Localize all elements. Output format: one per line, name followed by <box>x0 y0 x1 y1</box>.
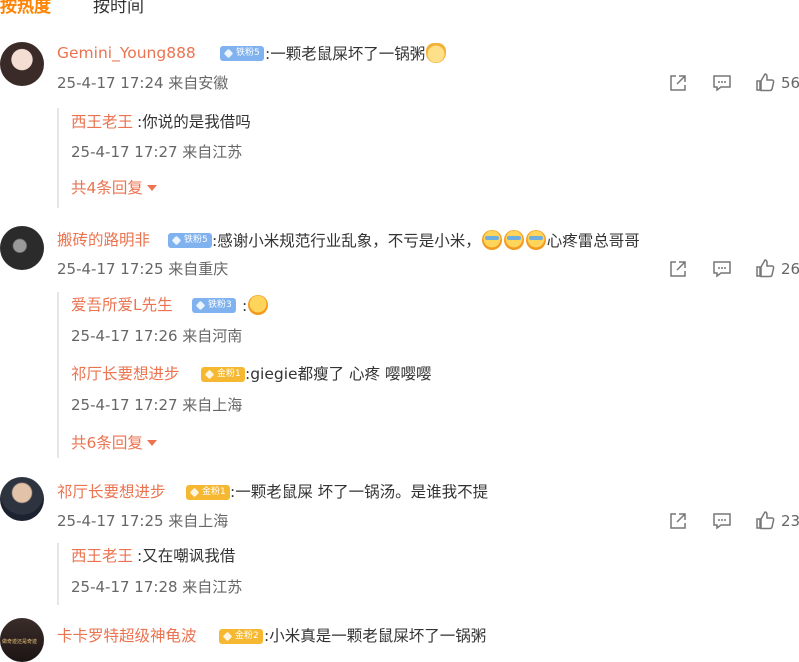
fan-badge: 金粉1 <box>201 367 245 382</box>
like-icon[interactable] <box>755 72 775 92</box>
reply-meta: 25-4-17 17:27 来自江苏 <box>71 143 243 161</box>
comment-meta: 25-4-17 17:25 来自重庆 <box>57 260 229 278</box>
reply-meta: 25-4-17 17:26 来自河南 <box>71 327 243 345</box>
like-count: 23 <box>781 512 799 530</box>
comment-icon[interactable] <box>712 73 732 93</box>
fan-badge: 铁粉5 <box>168 233 212 248</box>
reply-list: 爱吾所爱L先生 铁粉3 : 25-4-17 17:26 来自河南 祁厅长要想进步… <box>57 292 759 458</box>
fan-badge: 铁粉3 <box>192 298 236 313</box>
more-replies-link[interactable]: 共4条回复 <box>71 178 157 198</box>
comment-text: :小米真是一颗老鼠屎坏了一锅粥 <box>264 627 487 645</box>
like-count: 26 <box>781 260 799 278</box>
reply-text: :你说的是我借吗 <box>137 113 251 131</box>
tab-by-time[interactable]: 按时间 <box>93 0 144 20</box>
reply-text: :又在嘲讽我借 <box>137 547 236 565</box>
share-icon[interactable] <box>668 259 688 279</box>
share-icon[interactable] <box>668 511 688 531</box>
crying-emoji-icon <box>481 230 502 250</box>
avatar-caption: 做奇迹还是奇迹 <box>2 639 38 645</box>
comment-meta: 25-4-17 17:24 来自安徽 <box>57 74 229 92</box>
comment-username[interactable]: 祁厅长要想进步 <box>57 482 166 502</box>
comment-username[interactable]: 卡卡罗特超级神龟波 <box>57 626 197 646</box>
reply-meta: 25-4-17 17:27 来自上海 <box>71 396 243 414</box>
caret-down-icon <box>146 185 157 191</box>
caret-down-icon <box>146 440 157 446</box>
tab-by-hot[interactable]: 按热度 <box>0 0 51 20</box>
reply-list: 西王老王 :你说的是我借吗 25-4-17 17:27 来自江苏 共4条回复 <box>57 108 759 208</box>
comment-icon[interactable] <box>712 511 732 531</box>
fan-badge: 金粉2 <box>219 629 263 644</box>
comment-text: :感谢小米规范行业乱象，不亏是小米， 心疼雷总哥哥 <box>212 230 640 250</box>
reply-username[interactable]: 西王老王 <box>71 112 133 132</box>
reply-username[interactable]: 爱吾所爱L先生 <box>71 295 173 315</box>
fan-badge: 金粉1 <box>186 485 230 500</box>
laughing-emoji-icon <box>248 295 269 315</box>
reply-username[interactable]: 祁厅长要想进步 <box>71 364 180 384</box>
comment-icon[interactable] <box>712 259 732 279</box>
reply-text: : <box>242 295 269 316</box>
avatar[interactable]: 做奇迹还是奇迹 <box>0 618 44 662</box>
reply-meta: 25-4-17 17:28 来自江苏 <box>71 578 243 596</box>
avatar[interactable] <box>0 477 44 521</box>
more-replies-link[interactable]: 共6条回复 <box>71 433 157 453</box>
share-icon[interactable] <box>668 73 688 93</box>
crying-emoji-icon <box>503 230 524 250</box>
crying-emoji-icon <box>525 230 546 250</box>
reply-list: 西王老王 :又在嘲讽我借 25-4-17 17:28 来自江苏 <box>57 543 759 605</box>
like-count: 56 <box>781 74 799 92</box>
avatar[interactable] <box>0 226 44 270</box>
comment-text: :一颗老鼠屎 坏了一锅汤。是谁我不提 <box>230 483 489 501</box>
comment-meta: 25-4-17 17:25 来自上海 <box>57 512 229 530</box>
avatar[interactable] <box>0 42 44 86</box>
sort-tabs: 按热度 按时间 <box>0 0 799 22</box>
comment-text: :一颗老鼠屎坏了一锅粥 <box>265 43 447 64</box>
like-icon[interactable] <box>755 258 775 278</box>
cat-emoji-icon <box>426 43 447 63</box>
comment-username[interactable]: 搬砖的路明非 <box>57 230 150 250</box>
reply-text: :giegie都瘦了 心疼 嘤嘤嘤 <box>245 365 432 383</box>
reply-username[interactable]: 西王老王 <box>71 546 133 566</box>
comment-username[interactable]: Gemini_Young888 <box>57 43 196 63</box>
fan-badge: 铁粉5 <box>220 46 264 61</box>
like-icon[interactable] <box>755 510 775 530</box>
